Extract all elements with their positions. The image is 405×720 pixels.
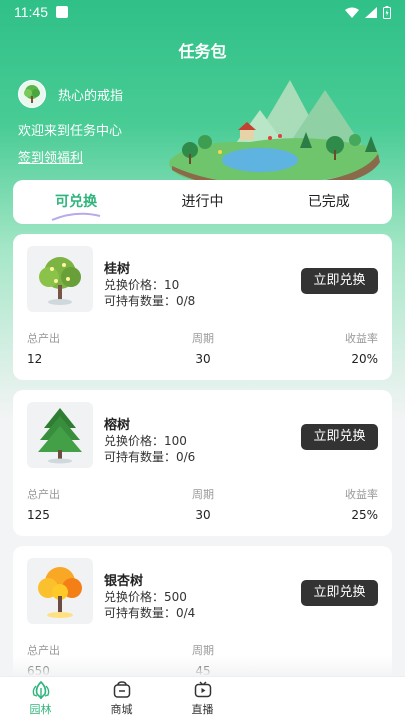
item-price: 兑换价格：100 [104, 434, 187, 448]
wifi-icon [345, 7, 359, 18]
item-name: 桂树 [104, 262, 131, 277]
yield-value: 20% [351, 352, 378, 366]
nav-label: 园林 [29, 703, 52, 716]
signal-icon [365, 6, 377, 18]
item-thumbnail [27, 246, 93, 312]
nav-item-garden[interactable]: 园林 [0, 677, 81, 720]
active-tab-indicator [51, 212, 101, 221]
task-card: 榕树 兑换价格：100 可持有数量：0/6 立即兑换 总产出 周期 收益率 12… [13, 390, 392, 536]
item-name: 榕树 [104, 418, 131, 433]
garden-icon [32, 680, 49, 700]
signin-link[interactable]: 签到领福利 [18, 147, 83, 166]
battery-icon [383, 5, 391, 19]
item-hold-count: 可持有数量：0/4 [104, 606, 196, 620]
redeem-button[interactable]: 立即兑换 [301, 424, 378, 450]
period-label: 周期 [192, 332, 214, 345]
nav-item-shop[interactable]: 商城 [81, 677, 162, 720]
yield-label: 收益率 [345, 332, 378, 345]
period-value: 30 [195, 508, 211, 522]
redeem-button[interactable]: 立即兑换 [301, 268, 378, 294]
banyan-tree-icon [38, 408, 82, 464]
total-output-value: 12 [27, 352, 43, 366]
item-thumbnail [27, 402, 93, 468]
status-bar: 11:45 [0, 0, 405, 24]
username: 热心的戒指 [58, 88, 124, 104]
item-hold-count: 可持有数量：0/6 [104, 450, 196, 464]
item-hold-count: 可持有数量：0/8 [104, 294, 196, 308]
ginkgo-tree-icon [38, 567, 82, 618]
task-card: 桂树 兑换价格：10 可持有数量：0/8 立即兑换 总产出 周期 收益率 12 … [13, 234, 392, 380]
item-price: 兑换价格：10 [104, 278, 180, 292]
nav-label: 商城 [110, 703, 133, 716]
item-thumbnail [27, 558, 93, 624]
item-name: 银杏树 [104, 574, 144, 589]
island-illustration [169, 80, 380, 190]
user-info: 热心的戒指 [18, 80, 123, 108]
osmanthus-tree-icon [39, 257, 81, 305]
tab-label: 可兑换 [55, 194, 98, 210]
tab-label: 已完成 [307, 194, 350, 210]
tab-in-progress[interactable]: 进行中 [139, 180, 265, 224]
tab-label: 进行中 [181, 194, 224, 210]
page-title: 任务包 [178, 42, 227, 61]
tab-completed[interactable]: 已完成 [266, 180, 392, 224]
redeem-button[interactable]: 立即兑换 [301, 580, 378, 606]
shop-icon [113, 681, 130, 698]
item-price: 兑换价格：500 [104, 590, 187, 604]
yield-label: 收益率 [345, 488, 378, 501]
total-output-label: 总产出 [27, 488, 60, 501]
total-output-value: 125 [27, 508, 50, 522]
avatar[interactable] [18, 80, 46, 108]
total-output-label: 总产出 [27, 332, 60, 345]
scroll-fade [0, 656, 405, 676]
period-label: 周期 [192, 488, 214, 501]
yield-value: 25% [351, 508, 378, 522]
tree-avatar-icon [24, 85, 40, 103]
bottom-nav: 园林 商城 直播 [0, 676, 405, 720]
status-time: 11:45 [14, 4, 48, 20]
nav-label: 直播 [191, 703, 214, 716]
tab-bar: 可兑换 进行中 已完成 [13, 180, 392, 224]
welcome-text: 欢迎来到任务中心 [18, 124, 123, 139]
notification-icon [56, 6, 68, 18]
period-value: 30 [195, 352, 211, 366]
tab-redeemable[interactable]: 可兑换 [13, 180, 139, 224]
nav-item-live[interactable]: 直播 [162, 677, 243, 720]
live-icon [194, 681, 211, 698]
